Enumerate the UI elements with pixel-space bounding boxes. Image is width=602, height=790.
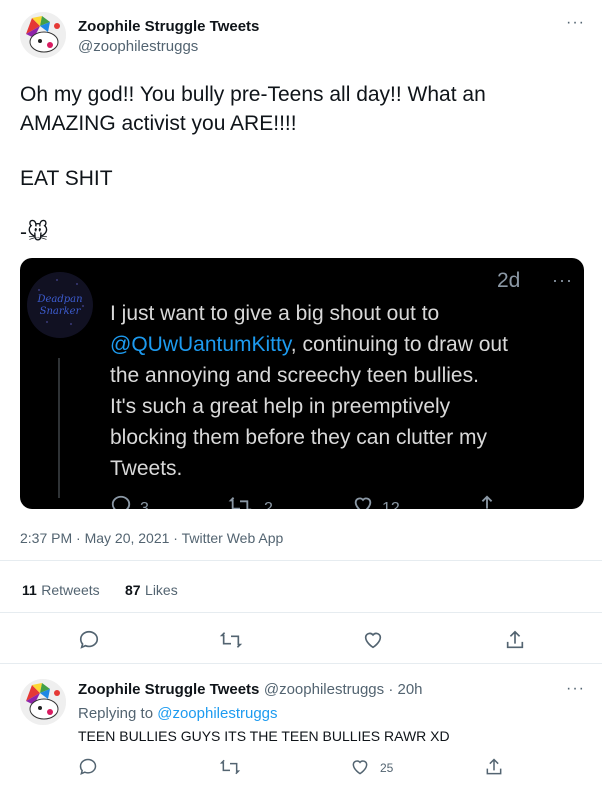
retweet-button[interactable] [219,629,243,651]
reply-display-name[interactable]: Zoophile Struggle Tweets [78,681,259,698]
reply-reply-button[interactable] [78,757,98,777]
tweet-timestamp[interactable]: 2:37 PM · May 20, 2021 · Twitter Web App [20,530,283,546]
replying-to: Replying to @zoophilestruggs [78,705,278,722]
embedded-text-line: the annoying and screechy teen bullies. [110,364,479,387]
reply-text: TEEN BULLIES GUYS ITS THE TEEN BULLIES R… [78,728,450,744]
embedded-avatar-text: Snarker [39,306,81,317]
replying-to-handle[interactable]: @zoophilestruggs [157,705,277,722]
divider [0,612,602,613]
likes-label: Likes [145,582,178,598]
like-button[interactable] [362,629,384,651]
reply-icon [79,758,97,775]
share-icon [486,758,502,775]
retweets-count: 11 [22,582,37,598]
embedded-reply-count: 3 [140,500,149,509]
tweet-text-line: -🐭 [20,221,49,244]
embedded-avatar-text: Deadpan [37,294,83,305]
reply-avatar[interactable] [20,679,66,725]
reply-share-button[interactable] [484,757,504,777]
embedded-share-icon [476,494,498,509]
embedded-text-line: @QUwUantumKitty, continuing to draw out [110,333,508,356]
thread-line [58,358,60,498]
reply-retweet-button[interactable] [219,757,241,777]
likes-stat[interactable]: 87 Likes [125,582,178,600]
embedded-image[interactable]: Deadpan Snarker 2d ··· I just want to gi… [20,258,584,509]
divider [0,663,602,664]
display-name[interactable]: Zoophile Struggle Tweets [78,18,259,35]
avatar[interactable] [20,12,66,58]
embedded-avatar: Deadpan Snarker [27,272,93,338]
embedded-text-line: Tweets. [110,457,183,480]
tweet-text-line: EAT SHIT [20,167,113,190]
embedded-time: 2d [497,269,521,292]
embedded-text-line: blocking them before they can clutter my [110,426,488,449]
embedded-mention: @QUwUantumKitty [110,333,291,356]
divider [0,560,602,561]
more-icon[interactable]: ··· [566,14,585,32]
embedded-heart-icon [352,494,374,509]
retweets-label: Retweets [41,582,100,598]
tweet-text-line: AMAZING activist you ARE!!!! [20,112,297,135]
retweets-stat[interactable]: 11 Retweets [22,582,100,600]
retweet-icon [219,632,243,648]
embedded-more-icon: ··· [552,270,573,290]
retweet-icon [219,759,241,775]
share-icon [506,630,524,649]
reply-icon [79,630,99,649]
reply-more-icon[interactable]: ··· [566,680,585,698]
reply-like-button[interactable] [350,757,370,777]
reply-header: Zoophile Struggle Tweets @zoophilestrugg… [78,681,423,699]
reply-handle-time[interactable]: @zoophilestruggs · 20h [264,681,423,698]
reply-like-count: 25 [380,761,394,775]
handle[interactable]: @zoophilestruggs [78,38,198,55]
embedded-like-count: 12 [382,500,400,509]
embedded-reply-icon [110,494,132,509]
heart-icon [352,760,368,775]
embedded-retweet-icon [228,494,252,509]
embedded-retweet-count: 2 [264,500,273,509]
reply-button[interactable] [78,629,100,651]
embedded-text-line: It's such a great help in preemptively [110,395,451,418]
tweet-text-line: Oh my god!! You bully pre-Teens all day!… [20,83,486,106]
embedded-text-line: I just want to give a big shout out to [110,302,440,325]
heart-icon [364,632,382,649]
share-button[interactable] [504,629,526,651]
likes-count: 87 [125,582,141,598]
